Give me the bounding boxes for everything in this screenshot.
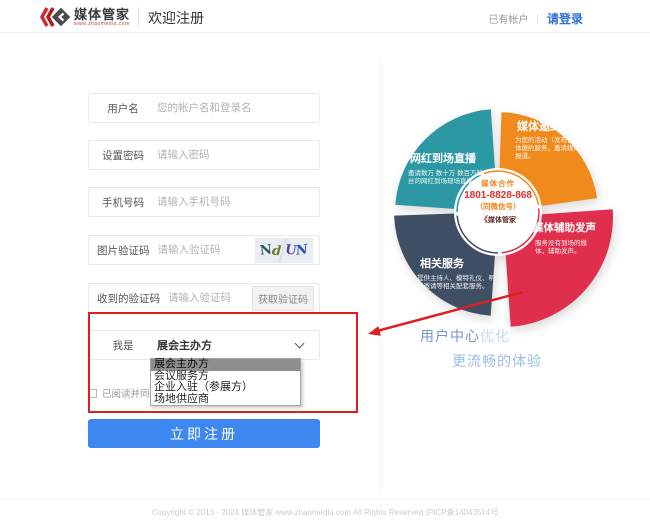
have-account-label: 已有帐户 bbox=[488, 11, 528, 26]
brand-url: www.zhaomedia.com bbox=[74, 21, 130, 27]
segment-label-invite: 媒体邀约 bbox=[517, 118, 561, 134]
segment-label-services: 相关服务 bbox=[420, 255, 464, 271]
chevron-down-icon bbox=[295, 339, 305, 349]
center-phone: 1801-8828-868 bbox=[456, 190, 540, 201]
phone-row: 手机号码 bbox=[88, 187, 320, 217]
captcha-char: d bbox=[271, 244, 281, 260]
register-page: 媒体管家 www.zhaomedia.com 欢迎注册 已有帐户 | 请登录 用… bbox=[0, 0, 650, 520]
content-divider bbox=[380, 60, 381, 492]
role-selected-value: 展会主办方 bbox=[157, 337, 296, 353]
username-label: 用户名 bbox=[97, 101, 149, 116]
caption-part1: 用户中心 bbox=[420, 328, 480, 344]
role-select[interactable]: 我是 展会主办方 bbox=[88, 330, 320, 360]
role-option-enterprise[interactable]: 企业入驻（参展方） bbox=[151, 382, 300, 394]
center-contact-card: 媒体合作 1801-8828-868 （同微信号） 《媒体管家 bbox=[456, 178, 540, 225]
role-dropdown: 展会主办方 会议服务方 企业入驻（参展方） 场地供应商 bbox=[150, 358, 301, 406]
caption-part2: 优化 bbox=[480, 328, 510, 344]
captcha-image[interactable]: N d U N bbox=[255, 238, 313, 263]
segment-label-livestream: 网红到场直播 bbox=[410, 150, 476, 166]
captcha-row: 图片验证码 N d U N bbox=[88, 235, 320, 265]
username-input[interactable] bbox=[157, 102, 319, 114]
footer-copyright: Copyright © 2013 - 2024 媒体管家 www.zhaomed… bbox=[0, 507, 650, 518]
segment-desc-services: 提供主持人、模特礼仪、明星邀请等相关配套服务。 bbox=[417, 275, 497, 291]
brand-logo[interactable]: 媒体管家 www.zhaomedia.com bbox=[38, 4, 130, 30]
header-divider bbox=[138, 7, 139, 27]
brand-name: 媒体管家 bbox=[74, 8, 130, 21]
header-pipe: | bbox=[536, 13, 539, 24]
smscode-row: 收到的验证码 获取验证码 bbox=[88, 283, 320, 313]
captcha-char: N bbox=[259, 242, 272, 258]
services-wheel-diagram: 网红到场直播 邀请数万 数十万 数百万粉丝的网红到场现场直播。 媒体邀约 为您的… bbox=[393, 100, 628, 340]
page-title: 欢迎注册 bbox=[148, 8, 204, 28]
role-option-venue-supplier[interactable]: 场地供应商 bbox=[151, 394, 300, 406]
brand-mark-icon: 《 bbox=[480, 215, 488, 224]
center-title: 媒体合作 bbox=[456, 178, 540, 189]
phone-label: 手机号码 bbox=[97, 195, 149, 210]
password-row: 设置密码 bbox=[88, 140, 320, 170]
segment-desc-invite: 为您的活动（发布会），提供媒体邀约服务，邀请媒体来现场报道。 bbox=[515, 137, 603, 161]
segment-label-voice: 媒体辅助发声 bbox=[533, 220, 596, 235]
smscode-label: 收到的验证码 bbox=[97, 291, 160, 306]
brand-logo-icon bbox=[38, 4, 70, 30]
password-input[interactable] bbox=[157, 149, 319, 161]
role-option-exhibition-host[interactable]: 展会主办方 bbox=[151, 359, 300, 371]
role-label: 我是 bbox=[97, 338, 149, 353]
password-label: 设置密码 bbox=[97, 148, 149, 163]
footer: Copyright © 2013 - 2024 媒体管家 www.zhaomed… bbox=[0, 499, 650, 518]
captcha-label: 图片验证码 bbox=[97, 243, 150, 258]
username-row: 用户名 bbox=[88, 93, 320, 123]
get-code-button[interactable]: 获取验证码 bbox=[252, 286, 314, 311]
login-link[interactable]: 请登录 bbox=[547, 10, 583, 27]
center-brand: 《媒体管家 bbox=[456, 214, 540, 225]
center-wechat-note: （同微信号） bbox=[456, 201, 540, 212]
header: 媒体管家 www.zhaomedia.com 欢迎注册 已有帐户 | 请登录 bbox=[0, 0, 650, 33]
caption-line1: 用户中心优化 bbox=[420, 326, 510, 346]
caption-line2: 更流畅的体验 bbox=[452, 351, 542, 371]
segment-desc-voice: 服务没有到场的媒体，辅助发声。 bbox=[535, 240, 597, 256]
agreement-checkbox[interactable] bbox=[88, 389, 97, 398]
phone-input[interactable] bbox=[157, 196, 319, 208]
captcha-char: N bbox=[295, 242, 309, 259]
register-button[interactable]: 立即注册 bbox=[88, 419, 320, 448]
